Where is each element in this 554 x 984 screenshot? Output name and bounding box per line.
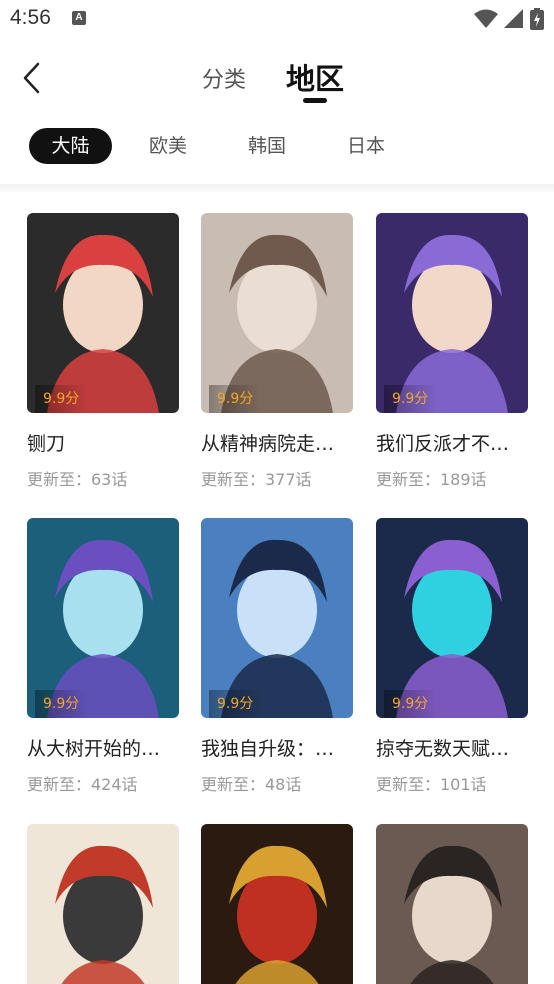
- comic-card[interactable]: 9.9分 我独自升级：… 更新至：48话: [201, 518, 353, 795]
- comic-card[interactable]: 9.9分 从大树开始的… 更新至：424话: [27, 518, 179, 795]
- comic-title: 从精神病院走…: [201, 433, 335, 455]
- score-badge: 9.9分: [209, 690, 262, 718]
- score-badge: 9.9分: [35, 385, 88, 413]
- region-chip-japan[interactable]: 日本: [326, 128, 406, 164]
- comic-cover: 9.9分: [376, 518, 528, 718]
- comic-cover: 9.9分: [201, 518, 353, 718]
- comic-update: 更新至：189话: [376, 470, 487, 489]
- comic-card[interactable]: [201, 824, 353, 984]
- tab-region[interactable]: 地区: [286, 56, 344, 98]
- comic-title: 从大树开始的…: [27, 738, 161, 760]
- battery-icon: [530, 8, 544, 30]
- comic-update: 更新至：377话: [201, 470, 312, 489]
- divider: [0, 184, 554, 192]
- comic-grid: 9.9分 铡刀 更新至：63话 9.9分 从精神病院走… 更新至：377话 9.…: [0, 192, 554, 984]
- comic-title: 我们反派才不…: [376, 433, 510, 455]
- wifi-icon: [474, 9, 498, 28]
- comic-cover: 9.9分: [27, 518, 179, 718]
- region-chip-korea[interactable]: 韩国: [227, 128, 307, 164]
- tab-category[interactable]: 分类: [202, 62, 246, 94]
- score-badge: 9.9分: [209, 385, 262, 413]
- comic-cover: [27, 824, 179, 984]
- nav-tabs: 分类 地区: [0, 56, 554, 108]
- comic-update: 更新至：101话: [376, 775, 487, 794]
- a-icon: A: [72, 11, 86, 25]
- comic-cover: 9.9分: [376, 213, 528, 413]
- status-icons: [474, 8, 544, 30]
- comic-card[interactable]: 9.9分 铡刀 更新至：63话: [27, 213, 179, 490]
- status-bar: 4:56 A: [0, 0, 554, 40]
- comic-cover: 9.9分: [27, 213, 179, 413]
- comic-cover: [201, 824, 353, 984]
- active-tab-indicator: [303, 98, 327, 103]
- comic-update: 更新至：424话: [27, 775, 138, 794]
- comic-cover: [376, 824, 528, 984]
- comic-card[interactable]: 9.9分 从精神病院走… 更新至：377话: [201, 213, 353, 490]
- comic-title: 铡刀: [27, 433, 66, 455]
- status-time: 4:56: [10, 6, 51, 29]
- comic-card[interactable]: [376, 824, 528, 984]
- comic-update: 更新至：63话: [27, 470, 128, 489]
- score-badge: 9.9分: [384, 385, 437, 413]
- region-tabs: 大陆 欧美 韩国 日本: [0, 128, 554, 168]
- comic-card[interactable]: 9.9分 掠夺无数天赋… 更新至：101话: [376, 518, 528, 795]
- comic-title: 我独自升级：…: [201, 738, 335, 760]
- comic-cover: 9.9分: [201, 213, 353, 413]
- score-badge: 9.9分: [384, 690, 437, 718]
- nav-bar: 分类 地区: [0, 40, 554, 116]
- comic-card[interactable]: 9.9分 我们反派才不… 更新至：189话: [376, 213, 528, 490]
- score-badge: 9.9分: [35, 690, 88, 718]
- comic-title: 掠夺无数天赋…: [376, 738, 510, 760]
- comic-card[interactable]: [27, 824, 179, 984]
- region-chip-western[interactable]: 欧美: [128, 128, 208, 164]
- region-chip-mainland[interactable]: 大陆: [29, 128, 112, 164]
- comic-update: 更新至：48话: [201, 775, 302, 794]
- signal-icon: [504, 9, 523, 28]
